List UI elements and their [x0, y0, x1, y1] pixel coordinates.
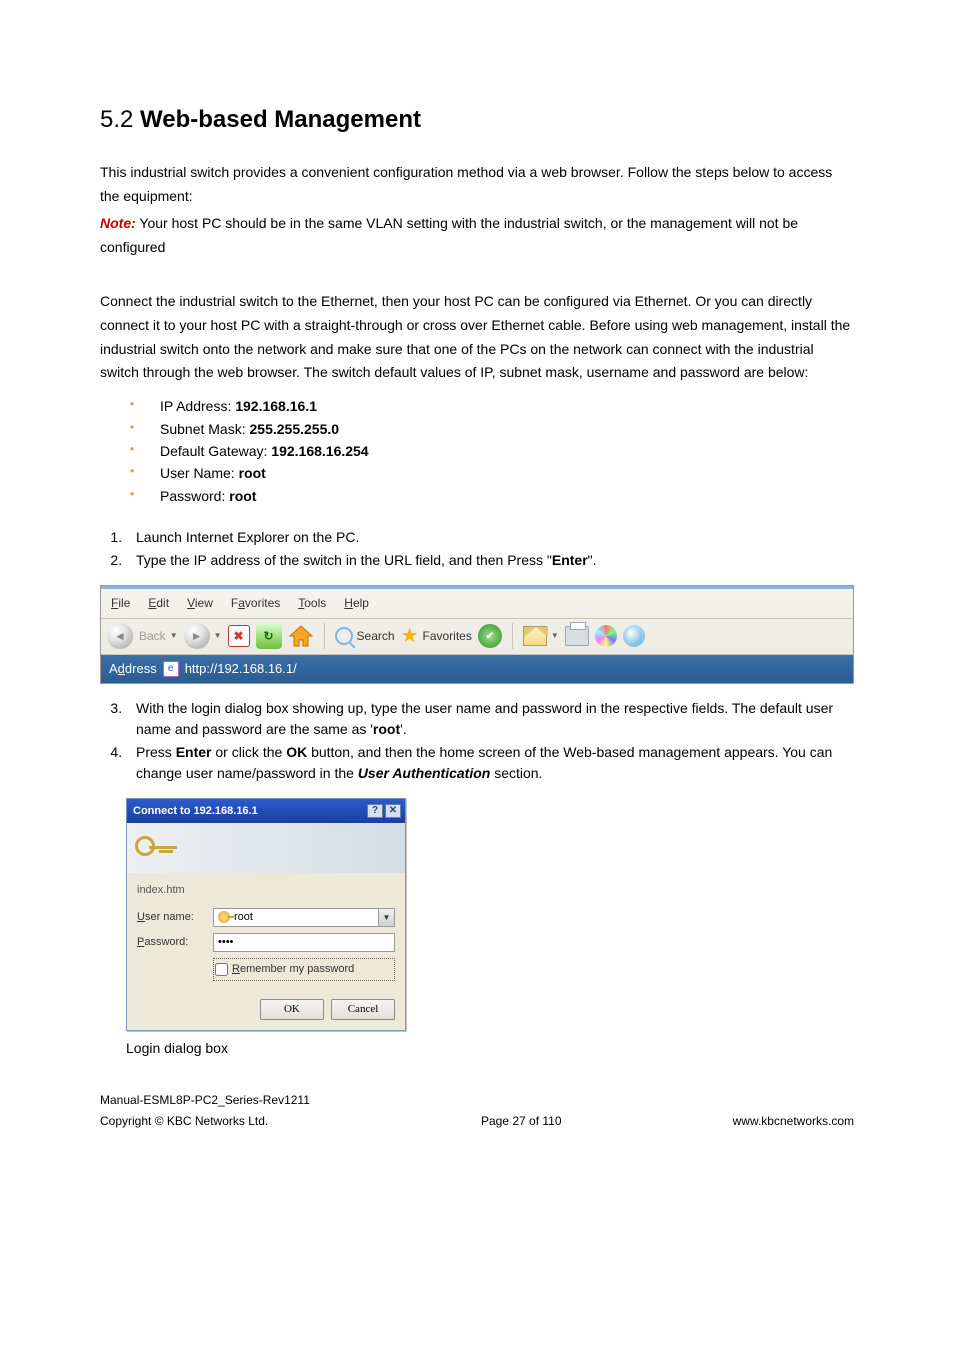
menu-file[interactable]: File: [111, 593, 130, 613]
back-label: Back: [139, 626, 166, 646]
remember-checkbox[interactable]: [215, 963, 228, 976]
home-button-icon[interactable]: [288, 623, 314, 649]
toolbar-separator: [324, 623, 325, 649]
defaults-list: IP Address: 192.168.16.1 Subnet Mask: 25…: [130, 395, 854, 507]
password-label: Password:: [137, 933, 205, 952]
note-text: Your host PC should be in the same VLAN …: [100, 215, 798, 255]
note-paragraph: Note: Your host PC should be in the same…: [100, 212, 854, 260]
key-icon: [218, 911, 230, 923]
mail-button-icon[interactable]: [523, 626, 547, 646]
ok-button[interactable]: OK: [260, 999, 324, 1020]
dialog-banner: [127, 823, 405, 873]
menu-favorites[interactable]: Favorites: [231, 593, 280, 613]
step-item: Launch Internet Explorer on the PC.: [126, 527, 854, 548]
page-footer: Manual-ESML8P-PC2_Series-Rev1211 Copyrig…: [100, 1090, 854, 1131]
dialog-title-text: Connect to 192.168.16.1: [133, 802, 258, 821]
address-label: Address: [109, 658, 157, 680]
ie-menubar: File Edit View Favorites Tools Help: [101, 586, 853, 618]
search-button[interactable]: Search: [335, 626, 395, 646]
messenger-button-icon[interactable]: [623, 625, 645, 647]
menu-view[interactable]: View: [187, 593, 213, 613]
dialog-realm: index.htm: [137, 881, 395, 900]
forward-button-icon[interactable]: ►: [184, 623, 210, 649]
toolbar-separator: [512, 623, 513, 649]
remember-label: Remember my password: [232, 960, 354, 979]
remember-checkbox-row[interactable]: Remember my password: [213, 958, 395, 981]
favorites-button[interactable]: ★ Favorites: [401, 619, 472, 653]
intro-paragraph: This industrial switch provides a conven…: [100, 161, 854, 209]
stop-button-icon[interactable]: ✖: [228, 625, 250, 647]
step-item: With the login dialog box showing up, ty…: [126, 698, 854, 740]
print-button-icon[interactable]: [565, 626, 589, 646]
favorites-label: Favorites: [423, 626, 472, 646]
menu-tools[interactable]: Tools: [298, 593, 326, 613]
section-title: Web-based Management: [140, 106, 421, 133]
footer-url: www.kbcnetworks.com: [733, 1111, 854, 1131]
menu-help[interactable]: Help: [344, 593, 369, 613]
figure-caption: Login dialog box: [126, 1037, 854, 1061]
menu-edit[interactable]: Edit: [148, 593, 169, 613]
keys-icon: [135, 832, 167, 864]
back-button-icon[interactable]: ◄: [107, 623, 133, 649]
steps-list-a: Launch Internet Explorer on the PC. Type…: [100, 527, 854, 571]
edit-button-icon[interactable]: [595, 625, 617, 647]
footer-copyright: Copyright © KBC Networks Ltd.: [100, 1111, 310, 1131]
history-button-icon[interactable]: ✔: [478, 624, 502, 648]
address-field[interactable]: http://192.168.16.1/: [185, 658, 297, 680]
password-field[interactable]: ••••: [213, 933, 395, 952]
defaults-item: Default Gateway: 192.168.16.254: [130, 440, 854, 462]
page-icon: e: [163, 661, 179, 677]
refresh-button-icon[interactable]: ↻: [256, 623, 282, 649]
ie-toolbar-screenshot: File Edit View Favorites Tools Help ◄ Ba…: [100, 585, 854, 683]
username-field[interactable]: root ▼: [213, 908, 395, 927]
defaults-item: User Name: root: [130, 462, 854, 484]
section-number: 5.2: [100, 106, 133, 133]
ie-address-bar: Address e http://192.168.16.1/: [101, 655, 853, 683]
login-dialog-screenshot: Connect to 192.168.16.1 ? ✕ index.htm Us…: [126, 798, 406, 1031]
dialog-titlebar: Connect to 192.168.16.1 ? ✕: [127, 799, 405, 824]
help-button-icon[interactable]: ?: [367, 804, 383, 818]
defaults-item: IP Address: 192.168.16.1: [130, 395, 854, 417]
search-icon: [335, 627, 353, 645]
combo-dropdown-icon[interactable]: ▼: [378, 909, 394, 926]
ie-button-bar: ◄ Back ▼ ► ▼ ✖ ↻ Search ★ Favorites ✔ ▼: [101, 619, 853, 655]
section-heading: 5.2 Web-based Management: [100, 100, 854, 141]
step-item: Type the IP address of the switch in the…: [126, 550, 854, 571]
note-label: Note:: [100, 215, 136, 231]
username-value: root: [234, 908, 253, 927]
connect-paragraph: Connect the industrial switch to the Eth…: [100, 290, 854, 385]
back-dropdown-icon[interactable]: ▼: [170, 629, 178, 643]
defaults-item: Subnet Mask: 255.255.255.0: [130, 418, 854, 440]
search-label: Search: [357, 626, 395, 646]
footer-doc-id: Manual-ESML8P-PC2_Series-Rev1211: [100, 1090, 310, 1110]
footer-page-number: Page 27 of 110: [481, 1111, 562, 1131]
forward-dropdown-icon[interactable]: ▼: [214, 629, 222, 643]
password-value: ••••: [218, 933, 233, 952]
steps-list-b: With the login dialog box showing up, ty…: [100, 698, 854, 784]
star-icon: ★: [401, 619, 419, 653]
close-button-icon[interactable]: ✕: [385, 804, 401, 818]
cancel-button[interactable]: Cancel: [331, 999, 395, 1020]
mail-dropdown-icon[interactable]: ▼: [551, 629, 559, 643]
step-item: Press Enter or click the OK button, and …: [126, 742, 854, 784]
defaults-item: Password: root: [130, 485, 854, 507]
username-label: User name:: [137, 908, 205, 927]
